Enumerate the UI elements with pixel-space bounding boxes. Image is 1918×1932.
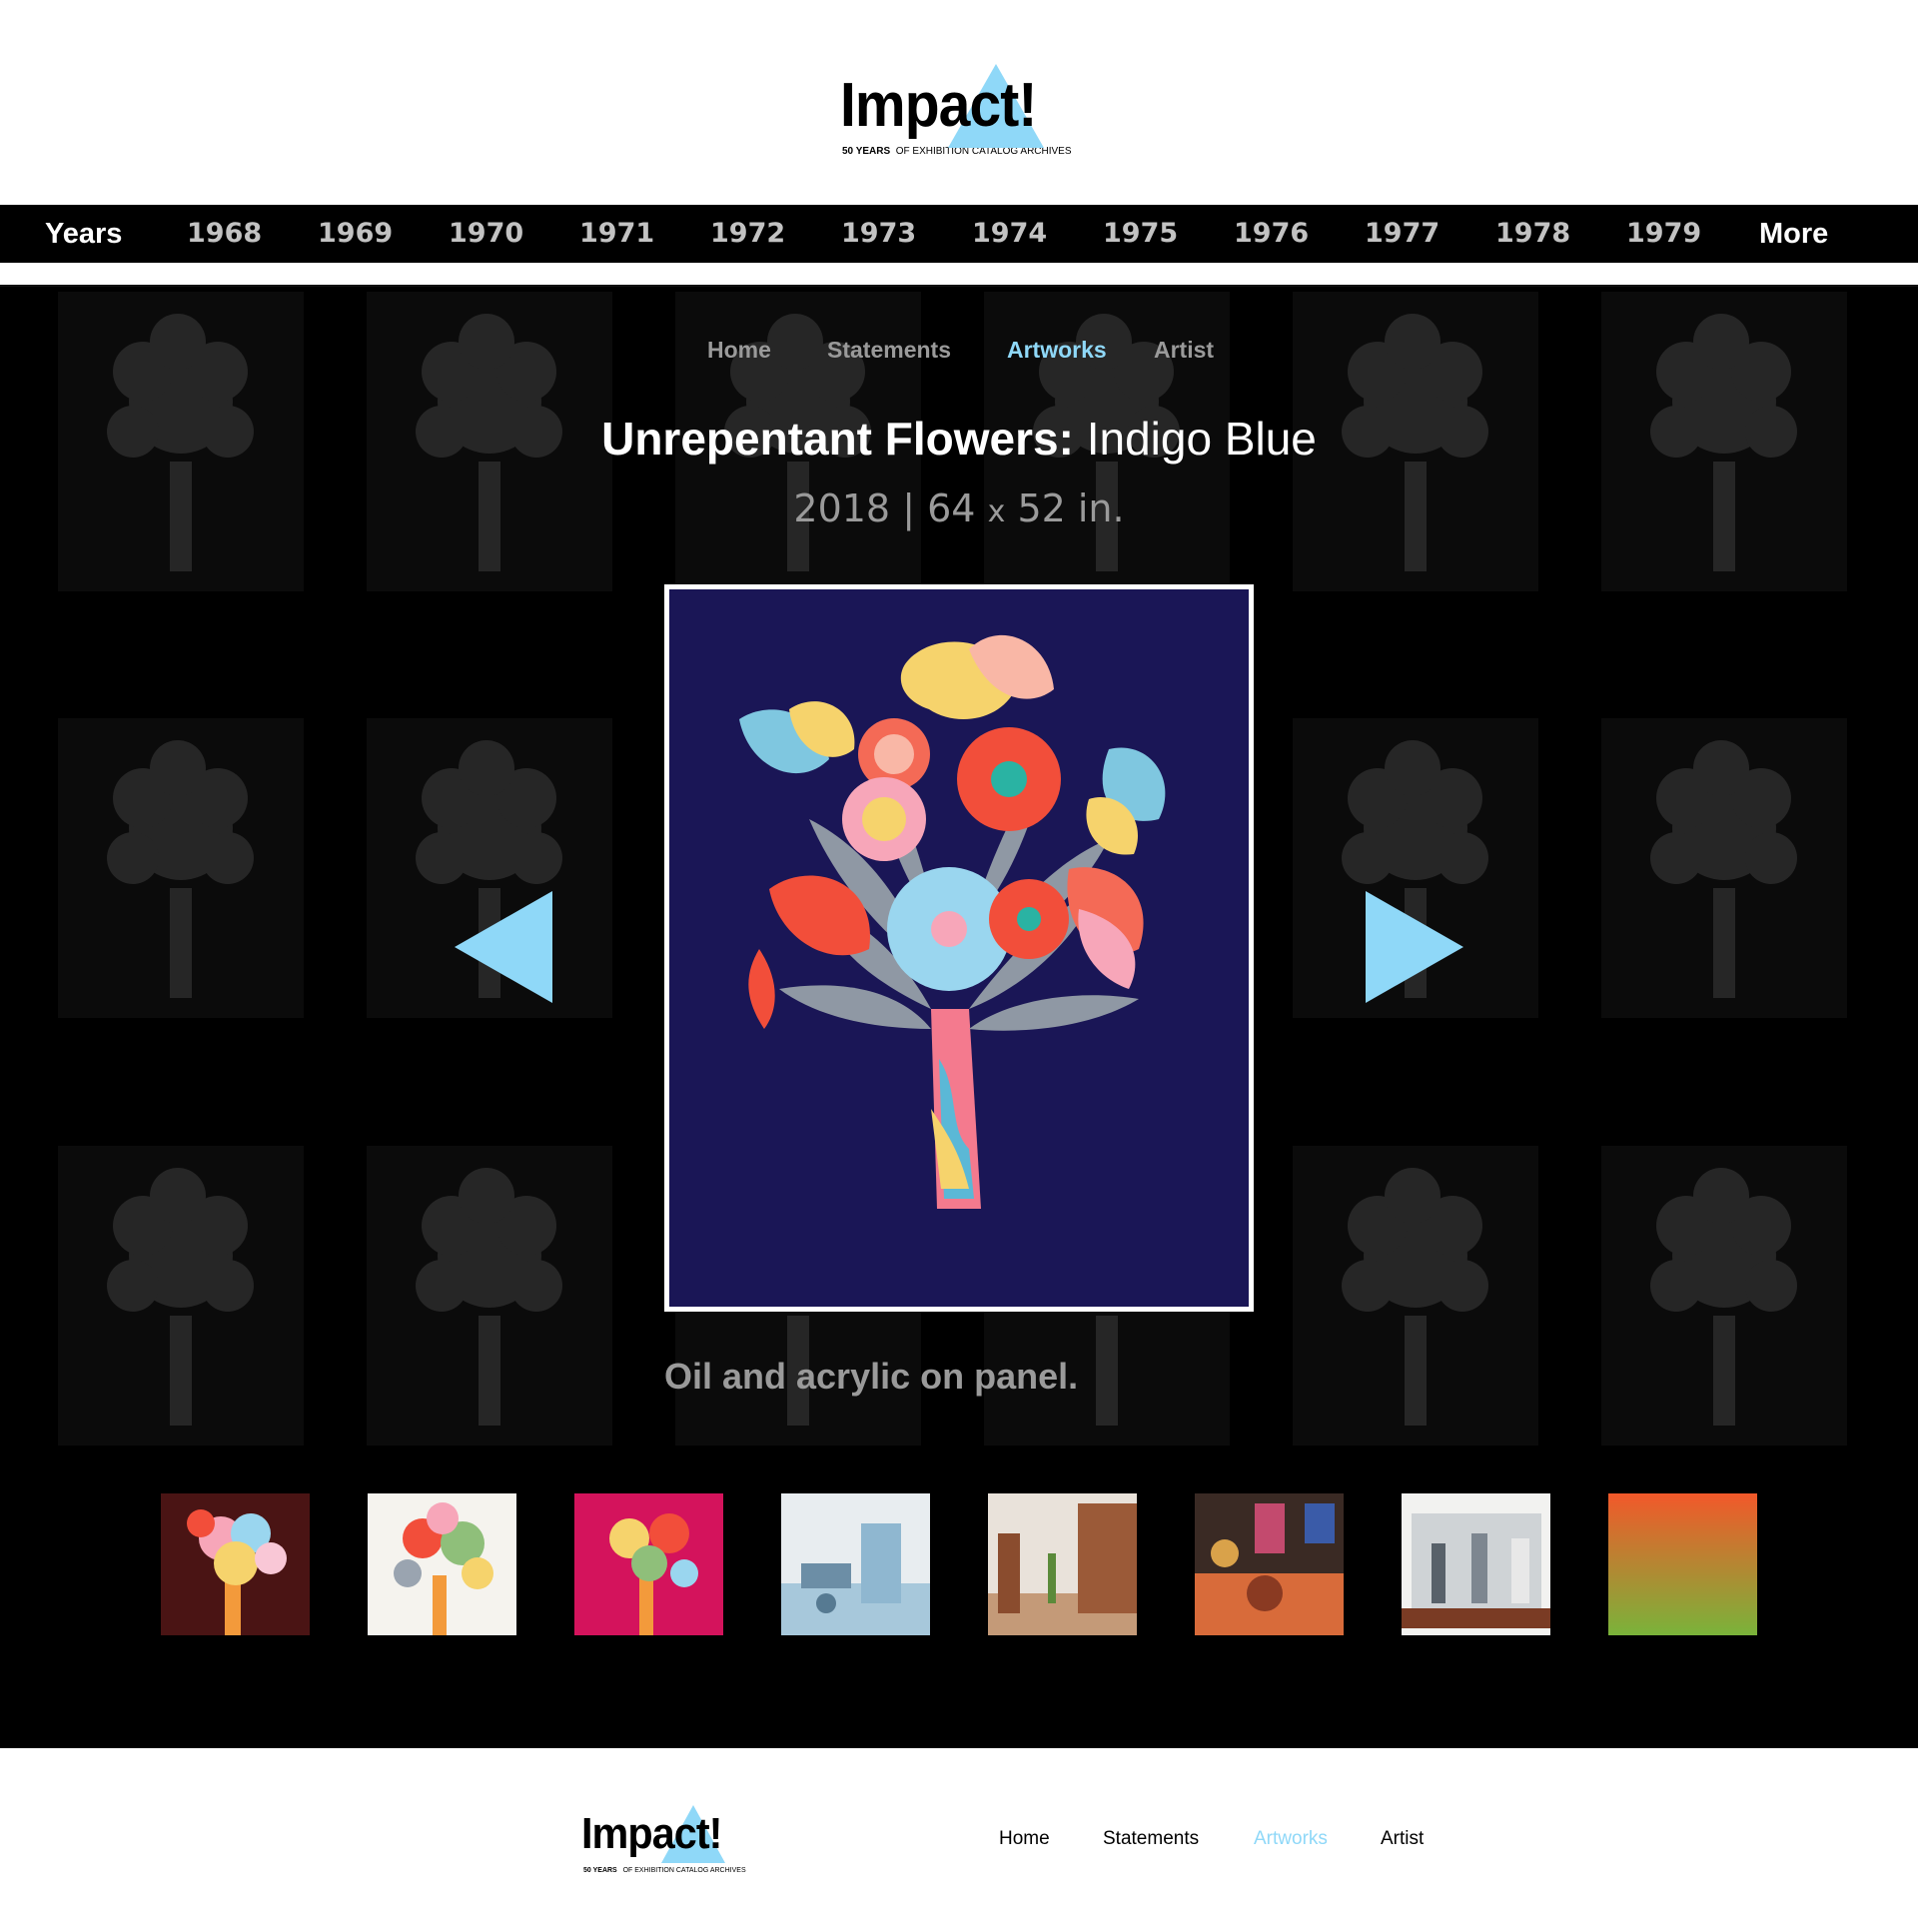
subnav-home[interactable]: Home — [707, 337, 771, 364]
artwork-viewer: Home Statements Artworks Artist Unrepent… — [0, 285, 1918, 1748]
background-flower-tile — [58, 1146, 304, 1446]
year-link-1977[interactable]: 1977 — [1365, 205, 1439, 263]
thumb-blue-machine-installation[interactable] — [781, 1493, 930, 1635]
year-link-1969[interactable]: 1969 — [318, 205, 393, 263]
section-nav: Home Statements Artworks Artist — [0, 337, 1918, 377]
artwork-title-series: Unrepentant Flowers: — [601, 413, 1074, 465]
footer-logo[interactable]: Impact! 50 YEARS OF EXHIBITION CATALOG A… — [579, 1803, 759, 1883]
thumb-flowers-maroon[interactable] — [161, 1493, 310, 1635]
year-link-1970[interactable]: 1970 — [449, 205, 523, 263]
triangle-right-icon[interactable] — [1366, 891, 1463, 1003]
background-flower-tile — [58, 718, 304, 1018]
artwork-title: Unrepentant Flowers: Indigo Blue — [0, 412, 1918, 466]
background-flower-tile — [1601, 718, 1847, 1018]
footer-nav-artist[interactable]: Artist — [1381, 1828, 1424, 1850]
logo-tagline-bold: 50 YEARS — [842, 146, 891, 157]
footer-logo-tagline-rest: OF EXHIBITION CATALOG ARCHIVES — [622, 1867, 746, 1874]
artwork-medium: Oil and acrylic on panel. — [664, 1356, 1079, 1397]
footer-nav-artworks[interactable]: Artworks — [1254, 1828, 1328, 1850]
footer-nav-statements[interactable]: Statements — [1103, 1828, 1199, 1850]
year-link-1972[interactable]: 1972 — [710, 205, 785, 263]
artwork-title-name: Indigo Blue — [1086, 413, 1317, 465]
year-link-1974[interactable]: 1974 — [972, 205, 1047, 263]
thumbnail-strip — [161, 1493, 1759, 1635]
thumb-orange-green-gradient[interactable] — [1608, 1493, 1757, 1635]
background-flower-tile — [1601, 1146, 1847, 1446]
background-flower-tile — [1293, 1146, 1538, 1446]
thumb-wooden-room-installation[interactable] — [988, 1493, 1137, 1635]
subnav-statements[interactable]: Statements — [827, 337, 951, 364]
year-link-1979[interactable]: 1979 — [1626, 205, 1701, 263]
artwork-meta: 2018 | 64 x 52 in. — [0, 486, 1918, 530]
years-heading[interactable]: Years — [45, 205, 122, 263]
logo-wordmark: Impact! — [840, 71, 1037, 140]
years-nav: Years 1968 1969 1970 1971 1972 1973 1974… — [0, 205, 1918, 263]
footer-nav-home[interactable]: Home — [999, 1828, 1050, 1850]
site-logo[interactable]: Impact! 50 YEARS OF EXHIBITION CATALOG A… — [838, 60, 1078, 164]
footer-logo-tagline-bold: 50 YEARS — [583, 1867, 617, 1874]
meta-separator: | — [902, 486, 916, 530]
year-link-1978[interactable]: 1978 — [1495, 205, 1570, 263]
year-link-1976[interactable]: 1976 — [1234, 205, 1309, 263]
artwork-dim-a: 64 — [927, 486, 976, 530]
subnav-artist[interactable]: Artist — [1154, 337, 1214, 364]
subnav-artworks[interactable]: Artworks — [1007, 337, 1107, 364]
year-link-1973[interactable]: 1973 — [841, 205, 916, 263]
thumb-flowers-white[interactable] — [368, 1493, 516, 1635]
year-link-1971[interactable]: 1971 — [579, 205, 654, 263]
year-link-1968[interactable]: 1968 — [187, 205, 262, 263]
artwork-dim-b: 52 in. — [1017, 486, 1125, 530]
background-flower-tile — [367, 1146, 612, 1446]
footer-logo-tagline: 50 YEARS OF EXHIBITION CATALOG ARCHIVES — [583, 1867, 746, 1874]
years-more-link[interactable]: More — [1759, 205, 1828, 263]
year-link-1975[interactable]: 1975 — [1103, 205, 1178, 263]
artwork-dim-x: x — [987, 494, 1006, 529]
flower-painting-image — [669, 589, 1249, 1307]
artwork-image — [664, 584, 1254, 1312]
footer-logo-wordmark: Impact! — [581, 1809, 722, 1858]
thumb-orange-diorama[interactable] — [1195, 1493, 1344, 1635]
thumb-flowers-magenta[interactable] — [574, 1493, 723, 1635]
thumb-vitrine-figures[interactable] — [1402, 1493, 1550, 1635]
artwork-year: 2018 — [793, 486, 891, 530]
triangle-left-icon[interactable] — [455, 891, 552, 1003]
